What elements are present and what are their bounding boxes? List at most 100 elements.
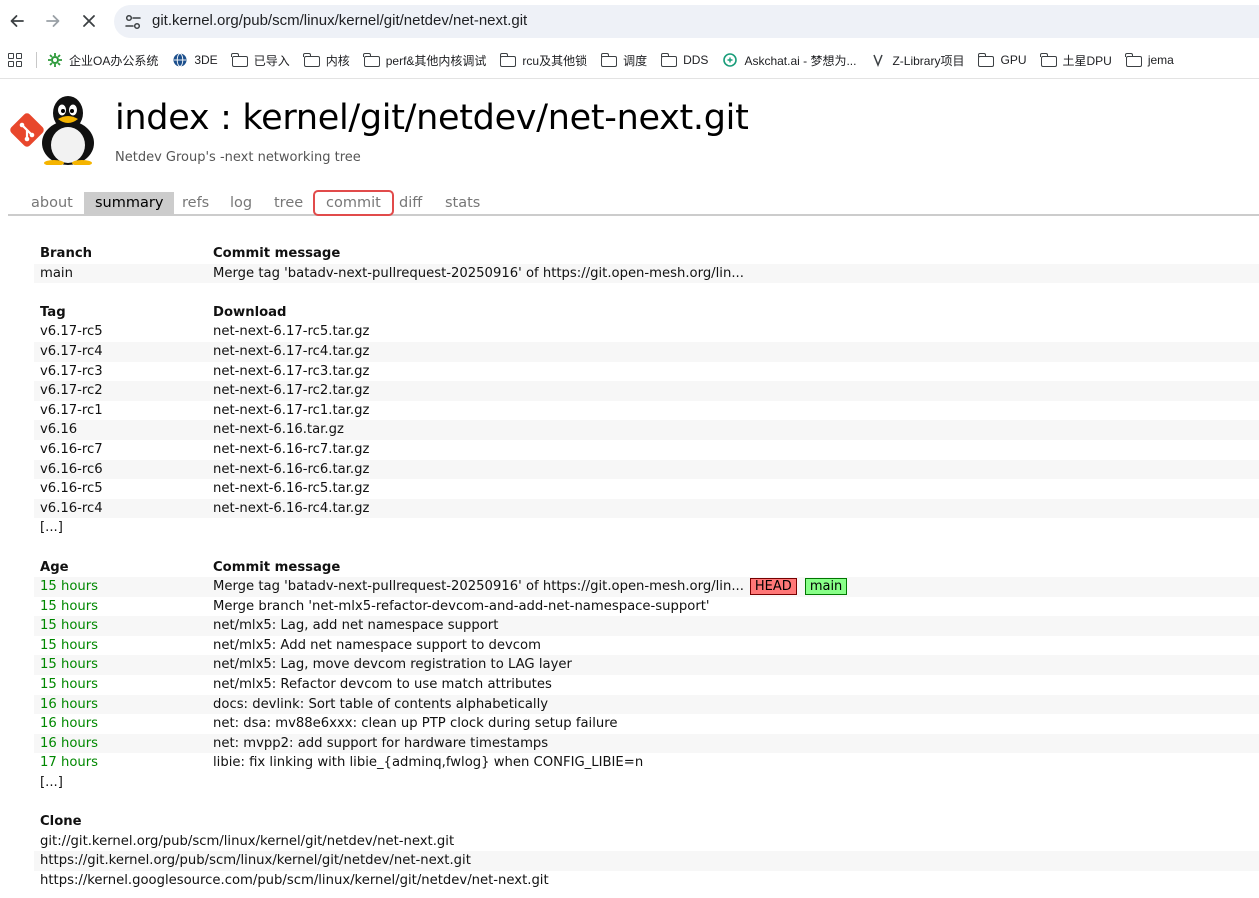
tag-name-link[interactable]: v6.17-rc4	[40, 342, 103, 362]
chat-icon	[723, 53, 738, 67]
tag-download-link[interactable]: net-next-6.16-rc6.tar.gz	[213, 460, 369, 480]
commit-message-link[interactable]: Merge tag 'batadv-next-pullrequest-20250…	[213, 579, 744, 594]
tags-more-link[interactable]: [...]	[40, 518, 63, 538]
tag-download-link[interactable]: net-next-6.17-rc2.tar.gz	[213, 381, 369, 401]
bookmark-label: 企业OA办公系统	[69, 53, 159, 68]
tag-download-link[interactable]: net-next-6.16.tar.gz	[213, 420, 344, 440]
tab-refs[interactable]: refs	[171, 192, 220, 214]
tab-commit[interactable]: commit	[313, 190, 394, 216]
commit-message-link[interactable]: net/mlx5: Lag, add net namespace support	[213, 616, 498, 636]
branch-commit-link[interactable]: Merge tag 'batadv-next-pullrequest-20250…	[213, 264, 744, 284]
commit-age: 17 hours	[40, 755, 99, 771]
commit-age: 15 hours	[40, 677, 99, 693]
tag-name-link[interactable]: v6.17-rc2	[40, 381, 103, 401]
commit-age: 15 hours	[40, 579, 99, 595]
commit-row: 16 hours docs: devlink: Sort table of con…	[34, 694, 1259, 715]
commit-message-link[interactable]: net/mlx5: Add net namespace support to d…	[213, 636, 541, 656]
tag-name-link[interactable]: v6.17-rc5	[40, 322, 103, 342]
tag-download-link[interactable]: net-next-6.16-rc5.tar.gz	[213, 479, 369, 499]
bookmark-folder-sched[interactable]: 调度	[600, 48, 647, 72]
tag-download-link[interactable]: net-next-6.17-rc4.tar.gz	[213, 342, 369, 362]
apps-grid-icon[interactable]	[8, 53, 22, 67]
tab-tree[interactable]: tree	[263, 192, 314, 214]
forward-button[interactable]	[41, 9, 65, 33]
bookmark-askchat[interactable]: Askchat.ai - 梦想为...	[722, 48, 856, 72]
bookmark-label: 土星DPU	[1062, 53, 1112, 68]
folder-icon	[660, 52, 678, 67]
commit-age: 15 hours	[40, 598, 99, 614]
branch-column-header: Branch	[40, 246, 93, 261]
commit-age: 15 hours	[40, 637, 99, 653]
bookmark-label: Askchat.ai - 梦想为...	[744, 53, 857, 68]
commit-message-link[interactable]: net/mlx5: Refactor devcom to use match a…	[213, 675, 552, 695]
commit-age: 16 hours	[40, 696, 99, 712]
tag-row: v6.16-rc5 net-next-6.16-rc5.tar.gz	[34, 479, 1259, 499]
bookmark-folder-perf[interactable]: perf&其他内核调试	[363, 48, 487, 72]
tag-name-link[interactable]: v6.16-rc7	[40, 440, 103, 460]
bookmark-label: jema	[1147, 53, 1174, 67]
tab-log[interactable]: log	[219, 192, 263, 214]
folder-icon	[231, 52, 248, 67]
tags-more-row: [...]	[34, 518, 1259, 538]
zlib-icon	[873, 54, 884, 67]
bookmark-folder-rcu[interactable]: rcu及其他锁	[499, 48, 587, 72]
tab-about[interactable]: about	[20, 192, 84, 214]
clone-url-link[interactable]: git://git.kernel.org/pub/scm/linux/kerne…	[40, 832, 454, 852]
tag-download-link[interactable]: net-next-6.17-rc5.tar.gz	[213, 322, 369, 342]
commit-message-link[interactable]: libie: fix linking with libie_{adminq,fw…	[213, 753, 643, 773]
tag-download-link[interactable]: net-next-6.17-rc1.tar.gz	[213, 401, 369, 421]
stop-loading-button[interactable]	[77, 9, 101, 33]
tag-name-link[interactable]: v6.16-rc4	[40, 499, 103, 519]
branch-row: main Merge tag 'batadv-next-pullrequest-…	[34, 263, 1259, 284]
back-button[interactable]	[5, 9, 29, 33]
cgit-tux-logo[interactable]	[10, 93, 104, 165]
tab-stats[interactable]: stats	[434, 192, 491, 214]
address-bar[interactable]: git.kernel.org/pub/scm/linux/kernel/git/…	[114, 5, 1259, 38]
commit-message-link[interactable]: net: dsa: mv88e6xxx: clean up PTP clock …	[213, 714, 617, 734]
bookmark-folder-dpu[interactable]: 土星DPU	[1040, 48, 1112, 72]
tag-name-link[interactable]: v6.16-rc5	[40, 479, 103, 499]
bookmark-folder-jema[interactable]: jema	[1125, 48, 1174, 72]
tag-name-link[interactable]: v6.17-rc3	[40, 362, 103, 382]
branch-name-link[interactable]: main	[40, 264, 73, 284]
commit-message-link[interactable]: net/mlx5: Lag, move devcom registration …	[213, 655, 572, 675]
clone-url-link[interactable]: https://kernel.googlesource.com/pub/scm/…	[40, 871, 549, 891]
tab-diff[interactable]: diff	[388, 192, 433, 214]
url-text[interactable]: git.kernel.org/pub/scm/linux/kernel/git/…	[152, 12, 527, 29]
site-settings-icon[interactable]	[124, 13, 142, 31]
bookmark-3de[interactable]: 3DE	[172, 48, 218, 72]
tag-name-link[interactable]: v6.16	[40, 420, 77, 440]
download-column-header: Download	[213, 304, 287, 320]
commits-more-link[interactable]: [...]	[40, 773, 63, 793]
folder-icon	[1125, 52, 1142, 67]
tag-download-link[interactable]: net-next-6.16-rc7.tar.gz	[213, 440, 369, 460]
commit-message-column-header: Commit message	[213, 246, 341, 261]
bookmark-zlibrary[interactable]: Z-Library项目	[870, 48, 964, 72]
tab-summary[interactable]: summary	[84, 192, 175, 214]
branch-badge[interactable]: main	[804, 577, 848, 595]
gear-green-icon	[48, 53, 62, 67]
clone-url-link[interactable]: https://git.kernel.org/pub/scm/linux/ker…	[40, 851, 471, 871]
bookmark-label: perf&其他内核调试	[385, 53, 487, 68]
bookmark-folder-imported[interactable]: 已导入	[231, 48, 290, 72]
tag-download-link[interactable]: net-next-6.16-rc4.tar.gz	[213, 499, 369, 519]
tag-name-link[interactable]: v6.16-rc6	[40, 460, 103, 480]
commit-message-link[interactable]: docs: devlink: Sort table of contents al…	[213, 695, 548, 715]
bookmark-folder-dds[interactable]: DDS	[660, 48, 708, 72]
head-badge[interactable]: HEAD	[749, 577, 797, 595]
bookmark-label: 内核	[325, 53, 350, 68]
commit-age: 15 hours	[40, 618, 99, 634]
bookmark-folder-gpu[interactable]: GPU	[977, 48, 1027, 72]
repo-title[interactable]: index : kernel/git/netdev/net-next.git	[115, 98, 749, 138]
tag-download-link[interactable]: net-next-6.17-rc3.tar.gz	[213, 362, 369, 382]
bookmark-oa[interactable]: 企业OA办公系统	[47, 48, 158, 72]
commit-message-link[interactable]: Merge branch 'net-mlx5-refactor-devcom-a…	[213, 597, 710, 617]
tag-row: v6.16-rc7 net-next-6.16-rc7.tar.gz	[34, 440, 1259, 460]
tag-header-row: Tag Download	[34, 303, 1259, 323]
tag-row: v6.17-rc2 net-next-6.17-rc2.tar.gz	[34, 381, 1259, 401]
bookmark-folder-kernel[interactable]: 内核	[303, 48, 350, 72]
arrow-left-icon	[10, 15, 24, 27]
commit-row: 17 hours libie: fix linking with libie_{a…	[34, 753, 1259, 773]
commit-message-link[interactable]: net: mvpp2: add support for hardware tim…	[213, 734, 548, 754]
tag-name-link[interactable]: v6.17-rc1	[40, 401, 103, 421]
